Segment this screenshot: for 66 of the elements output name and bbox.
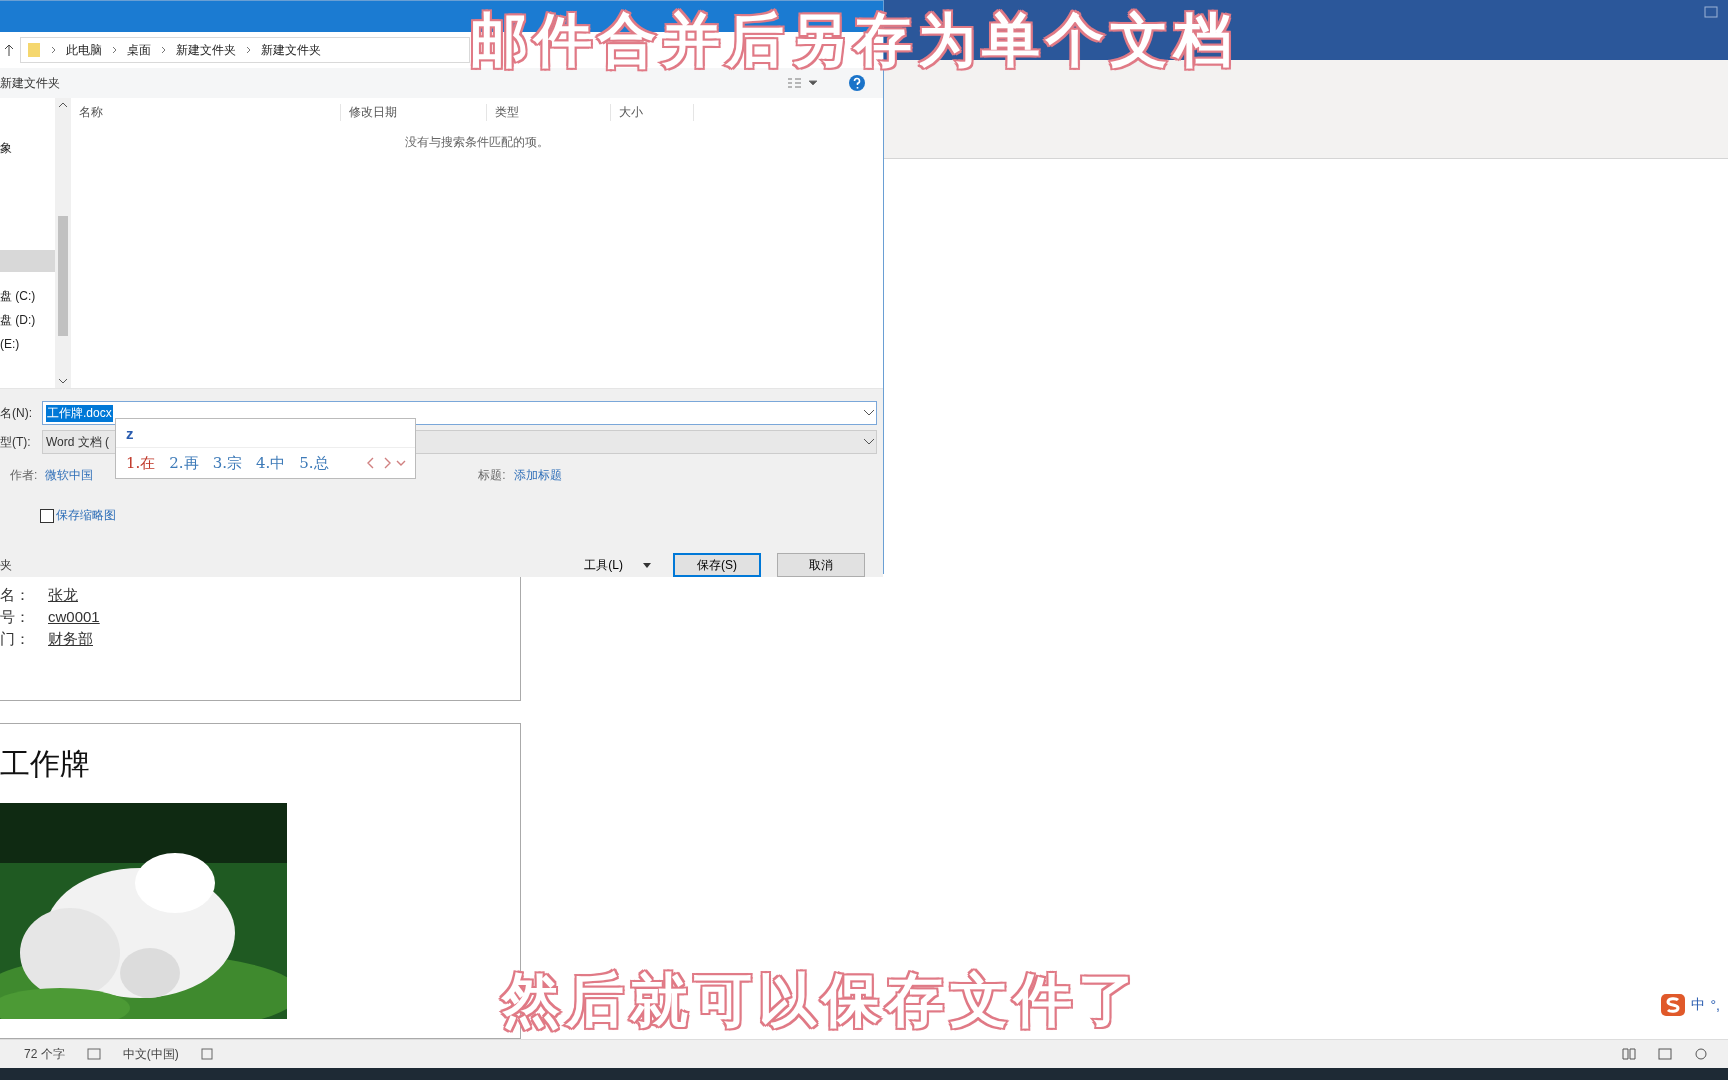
save-button[interactable]: 保存(S) — [673, 553, 761, 577]
view-options-icon[interactable] — [787, 77, 819, 89]
field-value: cw0001 — [47, 608, 101, 625]
breadcrumb[interactable]: 此电脑 — [66, 41, 102, 59]
ime-candidate[interactable]: 4.中 — [255, 453, 286, 473]
read-mode-icon[interactable] — [1622, 1048, 1636, 1060]
nav-item[interactable]: 盘 (C:) — [0, 284, 55, 308]
caret-icon — [643, 562, 651, 568]
cancel-button[interactable]: 取消 — [777, 553, 865, 577]
field-value: 财务部 — [47, 630, 94, 649]
ime-candidate[interactable]: 5.总 — [299, 453, 329, 473]
ime-logo-icon — [1660, 994, 1685, 1016]
field-label: 作者: — [10, 467, 38, 484]
scroll-down-icon[interactable] — [58, 378, 68, 384]
scroll-up-icon[interactable] — [58, 102, 68, 108]
macro-icon[interactable] — [200, 1048, 213, 1060]
empty-message: 没有与搜索条件匹配的项。 — [404, 134, 550, 151]
field-label: 标题: — [478, 467, 506, 484]
column-header[interactable]: 类型 — [487, 103, 611, 121]
author-value[interactable]: 微软中国 — [45, 467, 94, 484]
column-header[interactable]: 大小 — [611, 103, 694, 121]
restore-icon[interactable] — [1704, 6, 1718, 18]
hide-folders-link[interactable]: 夹 — [0, 556, 12, 574]
help-icon[interactable] — [849, 75, 865, 91]
scrollbar[interactable] — [55, 98, 71, 388]
tools-button[interactable]: 工具(L) — [578, 555, 657, 575]
heading: 工作牌 — [0, 745, 91, 783]
field-label: 门： — [0, 630, 30, 649]
ime-punctuation[interactable]: °, — [1710, 997, 1720, 1013]
proofing-icon[interactable] — [86, 1048, 101, 1060]
breadcrumb[interactable]: 新建文件夹 — [176, 41, 236, 59]
field-label: 名： — [0, 586, 30, 605]
folder-icon — [27, 42, 41, 58]
up-arrow-icon[interactable] — [4, 44, 14, 56]
breadcrumb[interactable]: 新建文件夹 — [261, 41, 321, 59]
page-arrows-icon[interactable] — [367, 457, 407, 469]
ime-candidate[interactable]: 2.再 — [169, 453, 199, 473]
nav-item[interactable]: 盘 (D:) — [0, 308, 55, 332]
nav-item[interactable]: (E:) — [0, 332, 55, 356]
word-count[interactable]: 72 个字 — [24, 1045, 65, 1063]
ime-mode[interactable]: 中 — [1690, 996, 1705, 1014]
ime-candidate[interactable]: 3.宗 — [212, 453, 242, 473]
web-layout-icon[interactable] — [1694, 1048, 1708, 1060]
chevron-right-icon — [112, 46, 117, 54]
column-header[interactable]: 修改日期 — [341, 103, 487, 121]
checkbox-label[interactable]: 保存缩略图 — [56, 507, 116, 524]
column-header[interactable]: 名称 — [71, 103, 341, 121]
nav-item[interactable]: 象 — [0, 136, 55, 160]
checkbox[interactable] — [40, 508, 54, 523]
dropdown-icon[interactable] — [862, 438, 876, 446]
chevron-right-icon — [161, 46, 166, 54]
field-label: 名(N): — [0, 404, 33, 422]
breadcrumb[interactable]: 桌面 — [127, 41, 151, 59]
title-value[interactable]: 添加标题 — [513, 467, 562, 484]
print-layout-icon[interactable] — [1658, 1048, 1672, 1060]
chevron-right-icon — [51, 46, 56, 54]
language[interactable]: 中文(中国) — [122, 1045, 179, 1063]
chevron-right-icon — [246, 46, 251, 54]
new-folder-button[interactable]: 新建文件夹 — [0, 74, 60, 92]
dropdown-icon[interactable] — [862, 409, 876, 417]
field-label: 型(T): — [0, 433, 32, 451]
address-bar[interactable]: 此电脑 桌面 新建文件夹 新建文件夹 — [20, 37, 470, 63]
ime-candidate[interactable]: 1.在 — [126, 453, 156, 473]
field-value: 张龙 — [47, 586, 79, 605]
file-name-field[interactable]: 工作牌.docx — [42, 401, 877, 425]
field-label: 号： — [0, 608, 30, 627]
